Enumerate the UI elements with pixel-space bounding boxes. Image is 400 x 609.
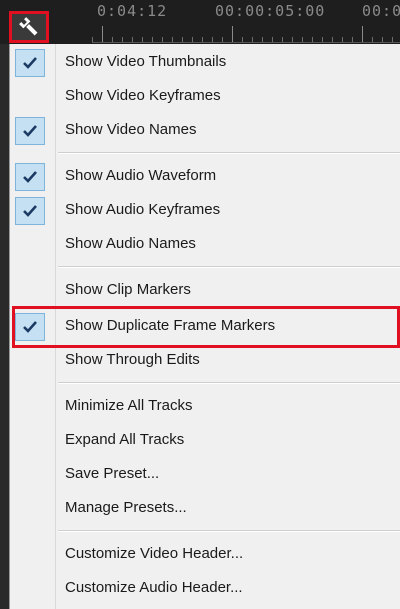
track-area-edge [0, 44, 9, 609]
menu-item-label: Manage Presets... [65, 499, 187, 516]
timeline-display-settings-menu: Show Video Thumbnails Show Video Keyfram… [9, 44, 400, 609]
menu-item-show-audio-keyframes[interactable]: Show Audio Keyframes [10, 194, 400, 228]
menu-item-customize-video-header[interactable]: Customize Video Header... [10, 538, 400, 572]
menu-item-customize-audio-header[interactable]: Customize Audio Header... [10, 572, 400, 606]
wrench-icon [19, 17, 38, 36]
timeline-ruler[interactable] [92, 28, 400, 43]
menu-item-manage-presets[interactable]: Manage Presets... [10, 492, 400, 526]
menu-item-label: Show Through Edits [65, 351, 200, 368]
menu-item-show-audio-waveform[interactable]: Show Audio Waveform [10, 160, 400, 194]
menu-item-label: Customize Audio Header... [65, 579, 243, 596]
menu-item-minimize-all-tracks[interactable]: Minimize All Tracks [10, 390, 400, 424]
ruler-major-tick [362, 26, 363, 42]
menu-item-label: Show Video Thumbnails [65, 53, 227, 70]
menu-item-check [15, 117, 45, 145]
timeline-settings-button[interactable] [9, 11, 49, 43]
ruler-major-tick [102, 26, 103, 42]
checkmark-icon [23, 125, 37, 137]
menu-item-show-video-thumbnails[interactable]: Show Video Thumbnails [10, 46, 400, 80]
menu-separator [58, 152, 400, 154]
menu-separator [58, 530, 400, 532]
menu-item-save-preset[interactable]: Save Preset... [10, 458, 400, 492]
menu-item-label: Customize Video Header... [65, 545, 244, 562]
timecode-label: 0:04:12 [97, 2, 168, 20]
menu-item-show-audio-names[interactable]: Show Audio Names [10, 228, 400, 262]
timecode-label: 00:00:05:00 [215, 2, 326, 20]
menu-item-show-clip-markers[interactable]: Show Clip Markers [10, 274, 400, 308]
menu-item-check [15, 197, 45, 225]
menu-item-label: Minimize All Tracks [65, 397, 193, 414]
menu-item-show-video-keyframes[interactable]: Show Video Keyframes [10, 80, 400, 114]
annotation-highlight-box [12, 306, 400, 348]
menu-item-label: Show Audio Names [65, 235, 196, 252]
menu-item-label: Save Preset... [65, 465, 160, 482]
checkmark-icon [23, 57, 37, 69]
menu-item-expand-all-tracks[interactable]: Expand All Tracks [10, 424, 400, 458]
checkmark-icon [23, 205, 37, 217]
menu-item-label: Show Audio Waveform [65, 167, 217, 184]
menu-item-label: Expand All Tracks [65, 431, 185, 448]
timecode-label: 00:00 [362, 2, 400, 20]
menu-separator [58, 382, 400, 384]
menu-item-label: Show Video Keyframes [65, 87, 221, 104]
timeline-header: 0:04:12 00:00:05:00 00:00 [0, 0, 400, 44]
menu-separator [58, 266, 400, 268]
menu-item-show-through-edits[interactable]: Show Through Edits [10, 344, 400, 378]
checkmark-icon [23, 171, 37, 183]
menu-item-show-video-names[interactable]: Show Video Names [10, 114, 400, 148]
menu-item-label: Show Audio Keyframes [65, 201, 221, 218]
menu-item-label: Show Clip Markers [65, 281, 191, 298]
ruler-major-tick [232, 26, 233, 42]
menu-item-label: Show Video Names [65, 121, 197, 138]
menu-item-check [15, 163, 45, 191]
menu-item-check [15, 49, 45, 77]
